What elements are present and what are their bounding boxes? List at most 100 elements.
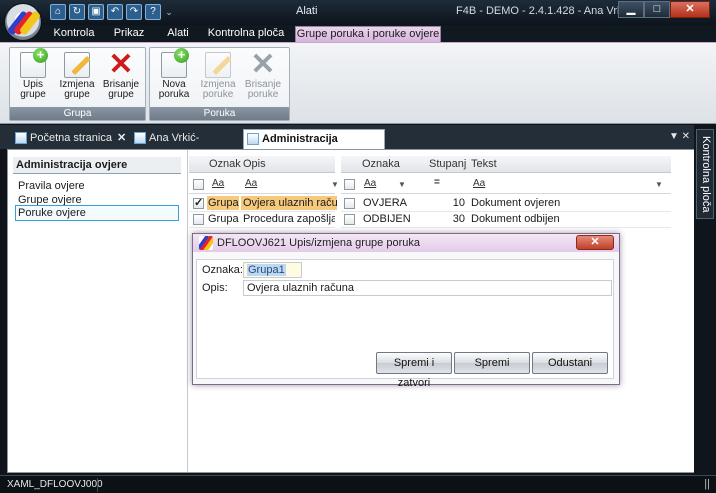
chevron-down-icon[interactable]: ▼ (655, 180, 663, 189)
dialog-title-bar[interactable]: DFLOOVJ621 Upis/izmjena grupe poruka ✕ (193, 234, 619, 252)
new-message-button[interactable]: + Nova poruka (153, 48, 195, 100)
groups-filter-row: Aa Aa ▼ (189, 174, 339, 194)
nav-item-pravila-ovjere[interactable]: Pravila ovjere (16, 179, 179, 193)
back-icon[interactable]: ↶ (107, 4, 123, 20)
doc-tab-label: Početna stranica (30, 132, 112, 144)
dock-kontrolna-ploca[interactable]: Kontrolna ploča (696, 129, 714, 219)
app-logo-icon (199, 236, 213, 250)
cell-opis[interactable]: Procedura zapošljavanja (243, 212, 335, 226)
doc-tab-pocetna[interactable]: Početna stranica ✕ (12, 129, 128, 149)
row-checkbox[interactable] (344, 214, 355, 225)
new-document-icon: + (161, 48, 189, 78)
close-tab-icon[interactable]: ✕ (117, 132, 126, 144)
dialog-close-button[interactable]: ✕ (576, 235, 614, 250)
row-checkbox[interactable] (193, 214, 204, 225)
add-group-button[interactable]: + Upis grupe (12, 48, 54, 100)
column-header-oznaka[interactable]: Oznaka (362, 158, 400, 170)
edit-message-label: Izmjena poruke (200, 79, 236, 100)
column-header-opis[interactable]: Opis (243, 158, 266, 170)
app-logo-orb[interactable] (4, 3, 42, 41)
tab-kontrolna-ploca[interactable]: Kontrolna ploča (205, 26, 287, 42)
save-icon[interactable]: ▣ (88, 4, 104, 20)
cell-oznaka[interactable]: Grupa2 (208, 212, 239, 226)
ribbon-group-grupa: + Upis grupe Izmjena grupe ✕ Brisanje gr… (9, 47, 146, 121)
row-checkbox[interactable] (344, 198, 355, 209)
edit-message-group-dialog: DFLOOVJ621 Upis/izmjena grupe poruka ✕ O… (192, 233, 620, 389)
status-text: XAML_DFLOOVJ000 (7, 479, 103, 490)
quick-access-toolbar: ⌂ ↻ ▣ ↶ ↷ ? ⌄ (50, 4, 174, 20)
maximize-button[interactable]: □ (644, 1, 670, 18)
column-header-oznaka[interactable]: Oznak (209, 158, 241, 170)
row-divider (189, 227, 335, 228)
edit-message-button[interactable]: Izmjena poruke (197, 50, 239, 100)
filter-opis[interactable]: Aa (245, 178, 257, 189)
oznaka-value: Grupa1 (247, 264, 286, 276)
oznaka-label: Oznaka: (202, 264, 243, 276)
oznaka-input[interactable]: Grupa1 (243, 262, 302, 278)
new-document-icon: + (20, 48, 48, 78)
home-icon[interactable]: ⌂ (50, 4, 66, 20)
resize-grip-icon[interactable]: || (704, 478, 710, 490)
save-button[interactable]: Spremi (454, 352, 530, 374)
close-button[interactable]: ✕ (670, 1, 710, 18)
tab-kontrola[interactable]: Kontrola (48, 26, 100, 42)
delete-message-button[interactable]: ✕ Brisanje poruke (242, 50, 284, 100)
messages-filter-row: Aa ▼ = Aa ▼ (341, 174, 671, 194)
chevron-down-icon[interactable]: ▼ (398, 180, 406, 189)
dock-label: Kontrolna ploča (700, 136, 712, 213)
document-tab-bar: Početna stranica ✕ Ana Vrkić-Smirčić✕ Adm… (0, 125, 694, 164)
edit-document-icon (205, 52, 232, 78)
filter-oznaka[interactable]: Aa (212, 178, 224, 189)
nav-item-poruke-ovjere[interactable]: Poruke ovjere (15, 205, 179, 221)
edit-group-button[interactable]: Izmjena grupe (56, 50, 98, 100)
cell-stupanj[interactable]: 30 (433, 212, 465, 226)
add-group-label: Upis grupe (20, 79, 46, 100)
refresh-icon[interactable]: ↻ (69, 4, 85, 20)
help-icon[interactable]: ? (145, 4, 161, 20)
doc-tab-user[interactable]: Ana Vrkić-Smirčić✕ (131, 129, 243, 163)
row-checkbox[interactable] (193, 196, 204, 209)
cell-tekst[interactable]: Dokument odbijen (471, 212, 651, 226)
ribbon-group-poruka: + Nova poruka Izmjena poruke ✕ Brisanje … (149, 47, 290, 121)
tab-grupe-poruka[interactable]: Grupe poruka i poruke ovjere (295, 26, 441, 42)
ribbon-group-label: Poruka (150, 107, 289, 120)
tab-list-and-close-icons[interactable]: ▼ ✕ (669, 131, 690, 142)
minimize-button[interactable]: ▁ (618, 1, 644, 18)
chevron-down-icon[interactable]: ▼ (331, 180, 339, 189)
select-all-checkbox[interactable] (193, 179, 204, 190)
save-and-close-button[interactable]: Spremi i zatvori (376, 352, 452, 389)
groups-grid-header: Oznak Opis (189, 156, 335, 173)
page-icon (15, 132, 27, 144)
cancel-button[interactable]: Odustani (532, 352, 608, 374)
filter-stupanj[interactable]: = (434, 177, 440, 188)
cell-stupanj[interactable]: 10 (433, 196, 465, 210)
messages-grid-header: Oznaka Stupanj Tekst (341, 156, 671, 173)
dialog-title: DFLOOVJ621 Upis/izmjena grupe poruka (217, 237, 420, 249)
doc-tab-administracija[interactable]: Administracija ovjere✕ (243, 129, 385, 164)
right-dock: Kontrolna ploča (694, 125, 716, 475)
forward-icon[interactable]: ↷ (126, 4, 142, 20)
filter-oznaka[interactable]: Aa (364, 178, 376, 189)
status-bar: XAML_DFLOOVJ000 || (0, 475, 716, 493)
left-navigation-panel: Administracija ovjere Pravila ovjere Gru… (8, 150, 188, 472)
delete-group-button[interactable]: ✕ Brisanje grupe (100, 50, 142, 100)
opis-input[interactable]: Ovjera ulaznih računa (243, 280, 612, 296)
ribbon-tab-bar: Kontrola Prikaz Alati Kontrolna ploča Gr… (0, 25, 716, 42)
customize-toolbar-icon[interactable]: ⌄ (164, 4, 174, 20)
cell-oznaka[interactable]: Grupa1 (207, 196, 239, 210)
edit-document-icon (64, 52, 91, 78)
tab-prikaz[interactable]: Prikaz (108, 26, 150, 42)
cell-tekst[interactable]: Dokument ovjeren (471, 196, 651, 210)
column-header-tekst[interactable]: Tekst (471, 158, 497, 170)
page-icon (247, 133, 259, 145)
cell-oznaka[interactable]: ODBIJEN (363, 212, 423, 226)
cell-opis[interactable]: Ovjera ulaznih računa (241, 196, 337, 210)
app-version-title: F4B - DEMO - 2.4.1.428 - Ana Vrkić (456, 5, 631, 17)
tab-alati[interactable]: Alati (160, 26, 196, 42)
delete-icon: ✕ (250, 48, 276, 81)
select-all-checkbox[interactable] (344, 179, 355, 190)
filter-tekst[interactable]: Aa (473, 178, 485, 189)
cell-oznaka[interactable]: OVJERA (363, 196, 423, 210)
status-divider (97, 478, 98, 492)
column-header-stupanj[interactable]: Stupanj (429, 158, 466, 170)
